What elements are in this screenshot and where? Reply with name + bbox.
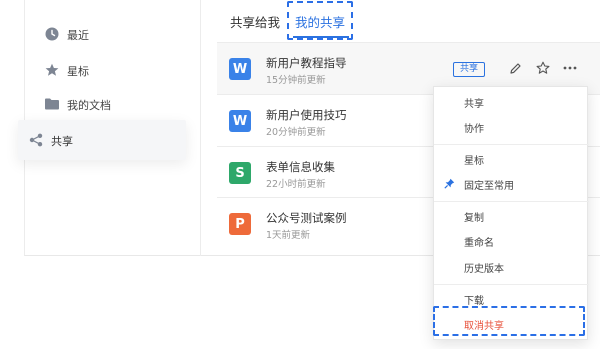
share-icon bbox=[28, 132, 44, 148]
app: 最近 星标 我的文档 共享 共享给我 我的共享 W 新用户教程指导 15分钟前更… bbox=[0, 0, 600, 349]
menu-item-rename[interactable]: 重命名 bbox=[434, 230, 589, 252]
star-icon bbox=[44, 62, 60, 78]
sidebar-item-label: 最近 bbox=[67, 29, 89, 42]
menu-divider bbox=[434, 201, 589, 202]
highlight-box-cancel-share bbox=[433, 306, 585, 336]
menu-item-share[interactable]: 共享 bbox=[434, 91, 589, 113]
spreadsheet-icon: S bbox=[229, 162, 251, 184]
menu-item-star[interactable]: 星标 bbox=[434, 148, 589, 170]
word-doc-icon: W bbox=[229, 58, 251, 80]
pin-icon bbox=[444, 178, 455, 192]
menu-item-copy[interactable]: 复制 bbox=[434, 205, 589, 227]
folder-icon bbox=[44, 96, 60, 112]
file-name[interactable]: 公众号测试案例 bbox=[266, 210, 347, 226]
edit-icon[interactable] bbox=[507, 60, 523, 76]
file-name[interactable]: 新用户教程指导 bbox=[266, 55, 347, 71]
sidebar-item-shared[interactable]: 共享 bbox=[18, 120, 186, 160]
context-menu: 共享 协作 星标 固定至常用 复制 重命名 历史版本 下载 取消共享 bbox=[433, 86, 589, 340]
file-name[interactable]: 表单信息收集 bbox=[266, 159, 335, 175]
highlight-box-tab bbox=[287, 1, 353, 40]
sidebar-item-label: 我的文档 bbox=[67, 99, 111, 112]
shared-badge: 共享 bbox=[453, 62, 486, 77]
file-name[interactable]: 新用户使用技巧 bbox=[266, 107, 347, 123]
clock-icon bbox=[44, 26, 60, 42]
star-icon[interactable] bbox=[535, 60, 551, 76]
word-doc-icon: W bbox=[229, 110, 251, 132]
sidebar-item-label: 星标 bbox=[67, 65, 89, 78]
more-options-icon[interactable] bbox=[562, 60, 578, 76]
sidebar-item-my-documents[interactable]: 我的文档 bbox=[24, 84, 201, 124]
sidebar: 最近 星标 我的文档 共享 bbox=[18, 0, 201, 256]
menu-item-pin[interactable]: 固定至常用 bbox=[434, 173, 589, 195]
presentation-icon: P bbox=[229, 213, 251, 235]
file-updated-time: 22小时前更新 bbox=[266, 179, 326, 190]
menu-item-history[interactable]: 历史版本 bbox=[434, 256, 589, 278]
file-updated-time: 15分钟前更新 bbox=[266, 75, 326, 86]
sidebar-item-label: 共享 bbox=[51, 135, 73, 148]
file-updated-time: 20分钟前更新 bbox=[266, 127, 326, 138]
tab-shared-with-me[interactable]: 共享给我 bbox=[230, 12, 280, 31]
file-updated-time: 1天前更新 bbox=[266, 230, 311, 241]
menu-divider bbox=[434, 144, 589, 145]
menu-divider bbox=[434, 284, 589, 285]
menu-item-collaborate[interactable]: 协作 bbox=[434, 116, 589, 138]
sidebar-item-recent[interactable]: 最近 bbox=[24, 14, 201, 54]
